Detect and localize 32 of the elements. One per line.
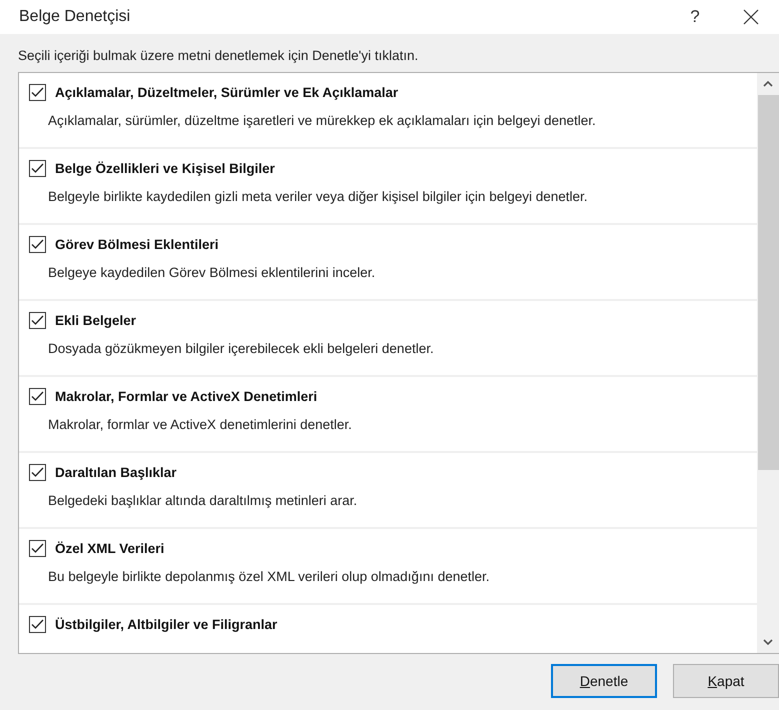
checkbox[interactable] <box>29 616 46 633</box>
item-description: Açıklamalar, sürümler, düzeltme işaretleri ve mürekkep ek açıklamaları için belgeyi denetler. <box>48 113 597 128</box>
checkbox[interactable] <box>29 236 46 253</box>
item-title: Daraltılan Başlıklar <box>55 465 177 480</box>
item-title: Özel XML Verileri <box>55 541 164 556</box>
checkbox[interactable] <box>29 540 46 557</box>
help-button[interactable]: ? <box>667 7 723 27</box>
item-description: Makrolar, formlar ve ActiveX denetimlerini denetler. <box>48 417 353 432</box>
scrollbar-thumb[interactable] <box>758 95 779 470</box>
checkbox[interactable] <box>29 388 46 405</box>
close-icon <box>743 9 759 25</box>
item-title: Makrolar, Formlar ve ActiveX Denetimleri <box>55 389 318 404</box>
item-title: Açıklamalar, Düzeltmeler, Sürümler ve Ek Açıklamalar <box>55 85 398 100</box>
chevron-up-icon <box>763 81 773 87</box>
item-description: Dosyada gözükmeyen bilgiler içerebilecek ekli belgeleri denetler. <box>48 341 435 356</box>
checkbox[interactable] <box>29 160 46 177</box>
checkbox[interactable] <box>29 84 46 101</box>
checkbox[interactable] <box>29 464 46 481</box>
item-description: Belgedeki başlıklar altında daraltılmış metinleri arar. <box>48 493 358 508</box>
window-title: Belge Denetçisi <box>19 8 132 26</box>
default-button[interactable]: Denetle <box>551 664 657 698</box>
item-title: Belge Özellikleri ve Kişisel Bilgiler <box>55 161 275 176</box>
item-title: Görev Bölmesi Eklentileri <box>55 237 219 252</box>
dialog-button[interactable]: Kapat <box>673 664 779 698</box>
item-description: Bu belgeyle birlikte depolanmış özel XML verileri olup olmadığını denetler. <box>48 569 490 584</box>
instruction-text: Seçili içeriği bulmak üzere metni denetlemek için Denetle'yi tıklatın. <box>18 48 420 63</box>
chevron-down-icon <box>763 639 773 645</box>
checkbox[interactable] <box>29 312 46 329</box>
item-title: Ekli Belgeler <box>55 313 136 328</box>
item-title: Üstbilgiler, Altbilgiler ve Filigranlar <box>55 617 278 632</box>
item-description: Belgeyle birlikte kaydedilen gizli meta veriler veya diğer kişisel bilgiler için belgeyi denetler. <box>48 189 589 204</box>
item-description: Belgeye kaydedilen Görev Bölmesi eklentilerini inceler. <box>48 265 376 280</box>
